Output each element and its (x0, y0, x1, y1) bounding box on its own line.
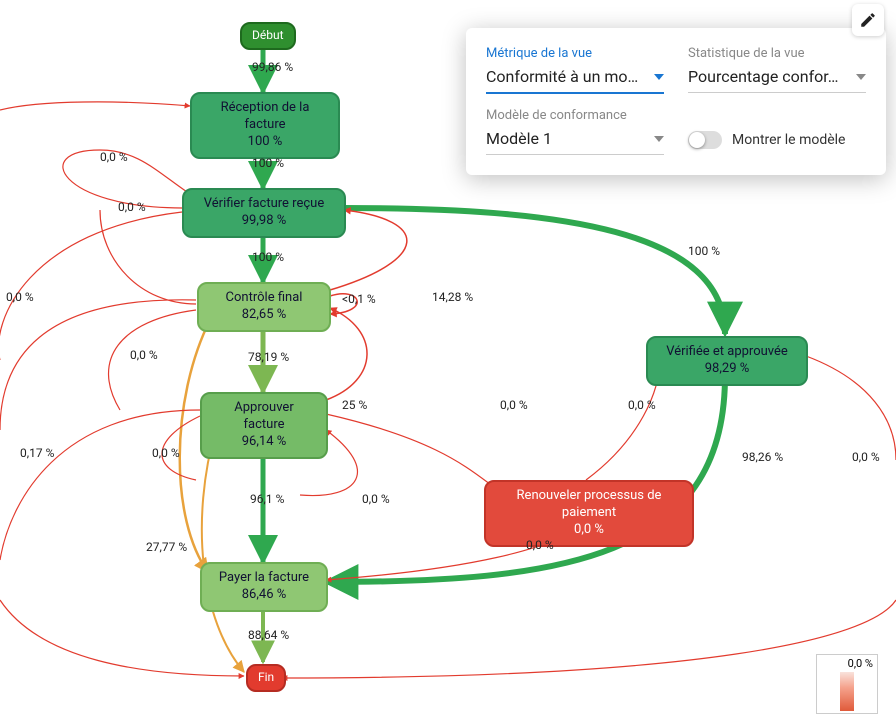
edge-label: 0,0 % (100, 150, 128, 164)
node-verify[interactable]: Vérifier facture reçue 99,98 % (182, 188, 346, 238)
edge-label: 0,0 % (118, 200, 146, 214)
node-label: Vérifier facture reçue (196, 196, 332, 213)
node-approve[interactable]: Approuver facture 96,14 % (200, 392, 328, 459)
edge-label: 0,0 % (628, 398, 656, 412)
edge-label: 0,0 % (500, 398, 528, 412)
metric-value: Conformité à un mo… (486, 67, 638, 86)
node-reception[interactable]: Réception de la facture 100 % (190, 92, 340, 159)
legend-color-bar (840, 672, 854, 711)
edge-label: 100 % (252, 250, 284, 264)
node-verified[interactable]: Vérifiée et approuvée 98,29 % (646, 336, 808, 386)
node-pct: 96,14 % (214, 434, 314, 451)
chevron-down-icon (654, 74, 664, 80)
edit-button[interactable] (852, 4, 884, 36)
edge-label: 98,26 % (742, 450, 783, 464)
node-control[interactable]: Contrôle final 82,65 % (197, 282, 331, 332)
edge-label: 0,0 % (362, 492, 390, 506)
edit-icon (859, 11, 877, 29)
node-label: Approuver facture (214, 400, 314, 434)
node-label: Contrôle final (211, 290, 317, 307)
edge-label: 0,0 % (152, 446, 180, 460)
node-pct: 86,46 % (214, 587, 314, 604)
edge-label: 0,17 % (20, 446, 54, 460)
metric-label: Métrique de la vue (486, 46, 664, 61)
edge-label: 78,19 % (248, 350, 289, 364)
edge-label: 99,86 % (252, 60, 293, 74)
view-controls-panel: Métrique de la vue Conformité à un mo… S… (466, 28, 886, 175)
statistic-value: Pourcentage confor… (688, 67, 838, 86)
edge-label: <0,1 % (342, 292, 376, 306)
color-legend: 0,0 % (816, 654, 878, 714)
edge-label: 0,0 % (852, 450, 880, 464)
edge-label: 88,64 % (248, 628, 289, 642)
node-label: Réception de la facture (204, 100, 326, 134)
node-pct: 98,29 % (660, 361, 794, 378)
statistic-select[interactable]: Pourcentage confor… (688, 63, 866, 93)
node-label: Fin (258, 670, 274, 686)
chevron-down-icon (654, 136, 664, 142)
node-pct: 100 % (204, 134, 326, 151)
statistic-label: Statistique de la vue (688, 46, 866, 61)
edge-label: 100 % (688, 244, 720, 258)
node-start[interactable]: Début (240, 22, 296, 50)
node-pct: 0,0 % (498, 522, 680, 539)
show-model-toggle[interactable] (688, 131, 722, 149)
edge-label: 27,77 % (146, 540, 187, 554)
model-select[interactable]: Modèle 1 (486, 125, 664, 155)
node-pct: 82,65 % (211, 307, 317, 324)
edge-label: 0,0 % (526, 538, 554, 552)
node-pct: 99,98 % (196, 213, 332, 230)
model-label: Modèle de conformance (486, 108, 664, 123)
edge-label: 96,1 % (250, 492, 284, 506)
node-renew[interactable]: Renouveler processus de paiement 0,0 % (484, 480, 694, 547)
chevron-down-icon (856, 74, 866, 80)
node-label: Début (252, 28, 284, 44)
node-label: Payer la facture (214, 570, 314, 587)
edge-label: 0,0 % (130, 348, 158, 362)
legend-top-label: 0,0 % (848, 657, 873, 670)
node-end[interactable]: Fin (246, 664, 286, 692)
node-label: Vérifiée et approuvée (660, 344, 794, 361)
metric-select[interactable]: Conformité à un mo… (486, 63, 664, 94)
node-pay[interactable]: Payer la facture 86,46 % (200, 562, 328, 612)
model-value: Modèle 1 (486, 129, 552, 148)
toggle-label: Montrer le modèle (732, 132, 845, 148)
node-label: Renouveler processus de paiement (498, 488, 680, 522)
edge-label: 0,0 % (6, 290, 34, 304)
edge-label: 25 % (342, 398, 367, 412)
edge-label: 100 % (252, 156, 284, 170)
edge-label: 14,28 % (432, 290, 473, 304)
